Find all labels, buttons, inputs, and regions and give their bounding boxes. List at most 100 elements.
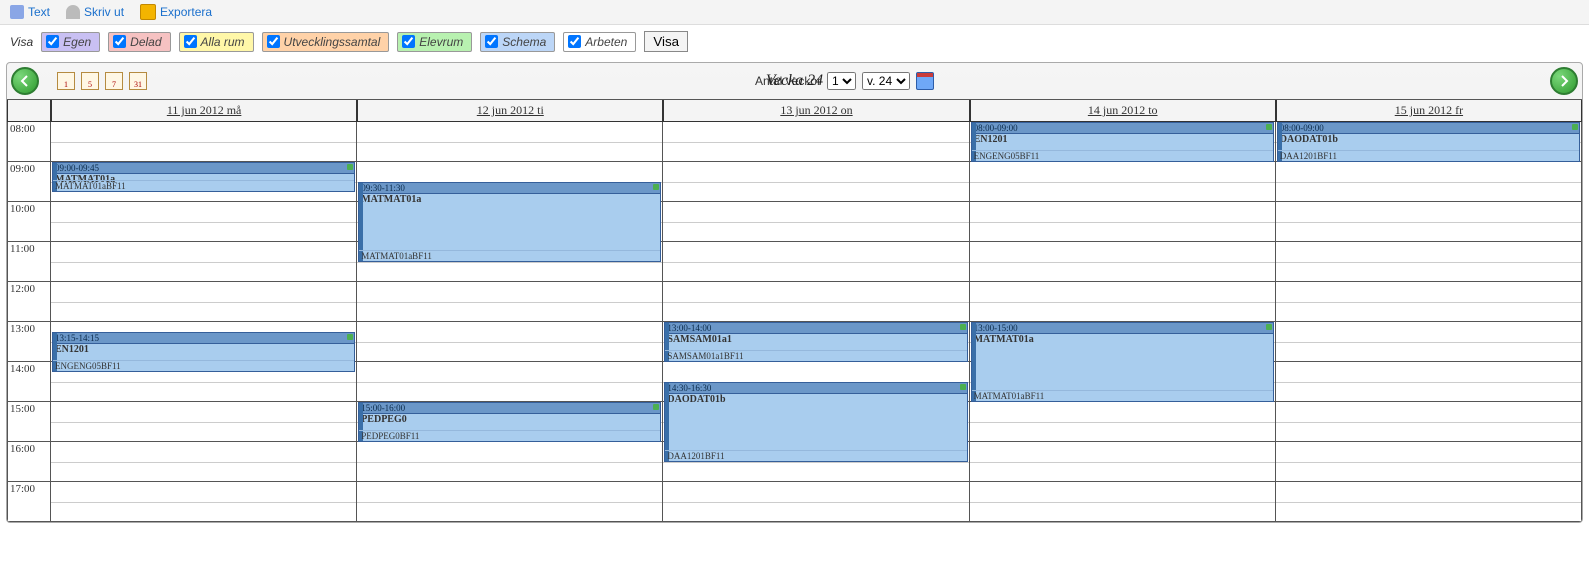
range-5-day[interactable]: 5 — [81, 72, 99, 90]
event-footer: MATMAT01aBF11 — [359, 250, 660, 261]
hour-slot[interactable] — [357, 322, 662, 362]
day-column[interactable]: 08:00-09:00EN1201ENGENG05BF1113:00-15:00… — [970, 122, 1276, 522]
filter-utv-label: Utvecklingssamtal — [284, 35, 381, 49]
hour-slot[interactable] — [51, 482, 356, 522]
hour-slot[interactable] — [51, 282, 356, 322]
week-select[interactable]: v. 24 — [862, 72, 910, 90]
filter-arbeten-check[interactable] — [568, 35, 581, 48]
hour-slot[interactable] — [970, 442, 1275, 482]
filter-elevrum-label: Elevrum — [419, 35, 463, 49]
event-footer: ENGENG05BF11 — [972, 150, 1273, 161]
hour-slot[interactable] — [663, 282, 968, 322]
filter-arbeten[interactable]: Arbeten — [563, 32, 636, 52]
filter-allarum-check[interactable] — [184, 35, 197, 48]
event-title: MATMAT01a — [972, 334, 1273, 345]
day-header[interactable]: 11 jun 2012 må — [51, 100, 357, 122]
next-week-button[interactable] — [1550, 67, 1578, 95]
filter-schema-check[interactable] — [485, 35, 498, 48]
calendar-event[interactable]: 15:00-16:00PEDPEG0PEDPEG0BF11 — [358, 402, 661, 442]
day-column[interactable]: 08:00-09:00DAODAT01b DAA1201BF11 — [1276, 122, 1582, 522]
range-1-day[interactable]: 1 — [57, 72, 75, 90]
print-link[interactable]: Skriv ut — [66, 5, 124, 19]
hour-slot[interactable] — [357, 122, 662, 162]
hour-slot[interactable] — [1276, 202, 1581, 242]
day-header[interactable]: 15 jun 2012 fr — [1276, 100, 1582, 122]
filter-delad-check[interactable] — [113, 35, 126, 48]
calendar-event[interactable]: 09:30-11:30MATMAT01aMATMAT01aBF11 — [358, 182, 661, 262]
filter-egen[interactable]: Egen — [41, 32, 100, 52]
hour-slot[interactable] — [1276, 362, 1581, 402]
filter-schema[interactable]: Schema — [480, 32, 555, 52]
hour-slot[interactable] — [970, 162, 1275, 202]
hour-slot[interactable] — [663, 202, 968, 242]
hour-slot[interactable] — [970, 242, 1275, 282]
day-header[interactable]: 12 jun 2012 ti — [357, 100, 663, 122]
hour-slot[interactable] — [357, 482, 662, 522]
day-header[interactable]: 13 jun 2012 on — [663, 100, 969, 122]
calendar-event[interactable]: 13:00-14:00SAMSAM01a1SAMSAM01a1BF11 — [664, 322, 967, 362]
hour-slot[interactable] — [663, 242, 968, 282]
event-title: EN1201 — [972, 134, 1273, 145]
hour-slot[interactable] — [1276, 442, 1581, 482]
antal-veckor-select[interactable]: 1 — [827, 72, 856, 90]
range-7-day[interactable]: 7 — [105, 72, 123, 90]
event-footer: DAA1201BF11 — [1278, 150, 1579, 161]
range-31-day[interactable]: 31 — [129, 72, 147, 90]
arrow-left-icon — [19, 75, 31, 87]
filter-delad[interactable]: Delad — [108, 32, 170, 52]
prev-week-button[interactable] — [11, 67, 39, 95]
hour-slot[interactable] — [663, 122, 968, 162]
hour-slot[interactable] — [970, 282, 1275, 322]
hour-slot[interactable] — [970, 482, 1275, 522]
hour-slot[interactable] — [663, 482, 968, 522]
calendar-event[interactable]: 13:15-14:15EN1201ENGENG05BF11 — [52, 332, 355, 372]
day-column[interactable]: 13:00-14:00SAMSAM01a1SAMSAM01a1BF11 14:30… — [663, 122, 969, 522]
day-header[interactable]: 14 jun 2012 to — [970, 100, 1276, 122]
event-title: DAODAT01b — [1278, 134, 1579, 145]
event-footer: DAA1201BF11 — [665, 450, 966, 461]
hour-slot[interactable] — [663, 162, 968, 202]
hour-slot[interactable] — [51, 442, 356, 482]
filter-allarum[interactable]: Alla rum — [179, 32, 254, 52]
grid-corner — [7, 100, 51, 122]
calendar-event[interactable]: 08:00-09:00EN1201ENGENG05BF11 — [971, 122, 1274, 162]
hour-slot[interactable] — [51, 242, 356, 282]
day-column[interactable]: 09:30-11:30MATMAT01aMATMAT01aBF11 15:00-1… — [357, 122, 663, 522]
hour-slot[interactable] — [1276, 482, 1581, 522]
filter-utv-check[interactable] — [267, 35, 280, 48]
filter-elevrum-check[interactable] — [402, 35, 415, 48]
text-icon — [10, 5, 24, 19]
filter-utvecklingssamtal[interactable]: Utvecklingssamtal — [262, 32, 390, 52]
recur-icon — [653, 184, 659, 190]
export-link[interactable]: Exportera — [140, 4, 212, 20]
hour-slot[interactable] — [357, 282, 662, 322]
calendar-event[interactable]: 14:30-16:30DAODAT01bDAA1201BF11 — [664, 382, 967, 462]
hour-slot[interactable] — [51, 202, 356, 242]
calendar-header: 1 5 7 31 Vecka 24 Antal veckor 1 v. 24 — [7, 63, 1582, 99]
hour-slot[interactable] — [1276, 282, 1581, 322]
visa-button[interactable]: Visa — [644, 31, 688, 52]
hour-slot[interactable] — [1276, 162, 1581, 202]
hour-slot[interactable] — [1276, 322, 1581, 362]
filter-elevrum[interactable]: Elevrum — [397, 32, 472, 52]
event-title: EN1201 — [53, 344, 354, 355]
filter-arbeten-label: Arbeten — [585, 35, 627, 49]
text-link[interactable]: Text — [10, 5, 50, 19]
day-column[interactable]: 09:00-09:45MATMAT01aMATMAT01aBF11 13:15-1… — [51, 122, 357, 522]
hour-slot[interactable] — [1276, 402, 1581, 442]
calendar-event[interactable]: 09:00-09:45MATMAT01aMATMAT01aBF11 — [52, 162, 355, 192]
hour-slot[interactable] — [51, 402, 356, 442]
hour-slot[interactable] — [357, 442, 662, 482]
hour-slot[interactable] — [1276, 242, 1581, 282]
calendar-icon[interactable] — [916, 72, 934, 90]
calendar-event[interactable]: 13:00-15:00MATMAT01aMATMAT01aBF11 — [971, 322, 1274, 402]
export-label: Exportera — [160, 5, 212, 19]
calendar-event[interactable]: 08:00-09:00DAODAT01b DAA1201BF11 — [1277, 122, 1580, 162]
event-time: 08:00-09:00 — [1278, 123, 1579, 134]
hour-slot[interactable] — [970, 202, 1275, 242]
hour-slot[interactable] — [51, 122, 356, 162]
hour-slot[interactable] — [970, 402, 1275, 442]
hour-slot[interactable] — [357, 362, 662, 402]
filter-egen-check[interactable] — [46, 35, 59, 48]
time-label: 13:00 — [7, 322, 51, 362]
